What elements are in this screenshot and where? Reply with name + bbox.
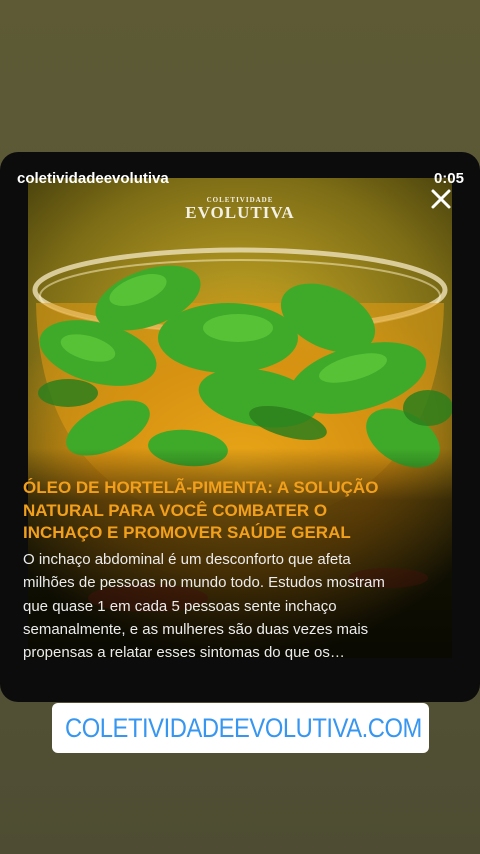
link-sticker[interactable]: COLETIVIDADEEVOLUTIVA.COM: [52, 703, 429, 753]
post-body: O inchaço abdominal é um desconforto que…: [23, 551, 385, 662]
brand-logo: COLETIVIDADE EVOLUTIVA: [28, 196, 452, 223]
story-card: coletividadeevolutiva 0:05 COLETIVIDADE …: [0, 152, 480, 702]
story-header: coletividadeevolutiva 0:05: [0, 152, 480, 192]
logo-title: EVOLUTIVA: [185, 203, 295, 222]
story-timer: 0:05: [433, 170, 464, 187]
link-sticker-label: COLETIVIDADEEVOLUTIVA.COM: [65, 712, 422, 743]
story-username[interactable]: coletividadeevolutiva: [17, 170, 169, 187]
post-headline: ÓLEO DE HORTELÃ-PIMENTA: A SOLUÇÃO NATUR…: [23, 478, 379, 542]
